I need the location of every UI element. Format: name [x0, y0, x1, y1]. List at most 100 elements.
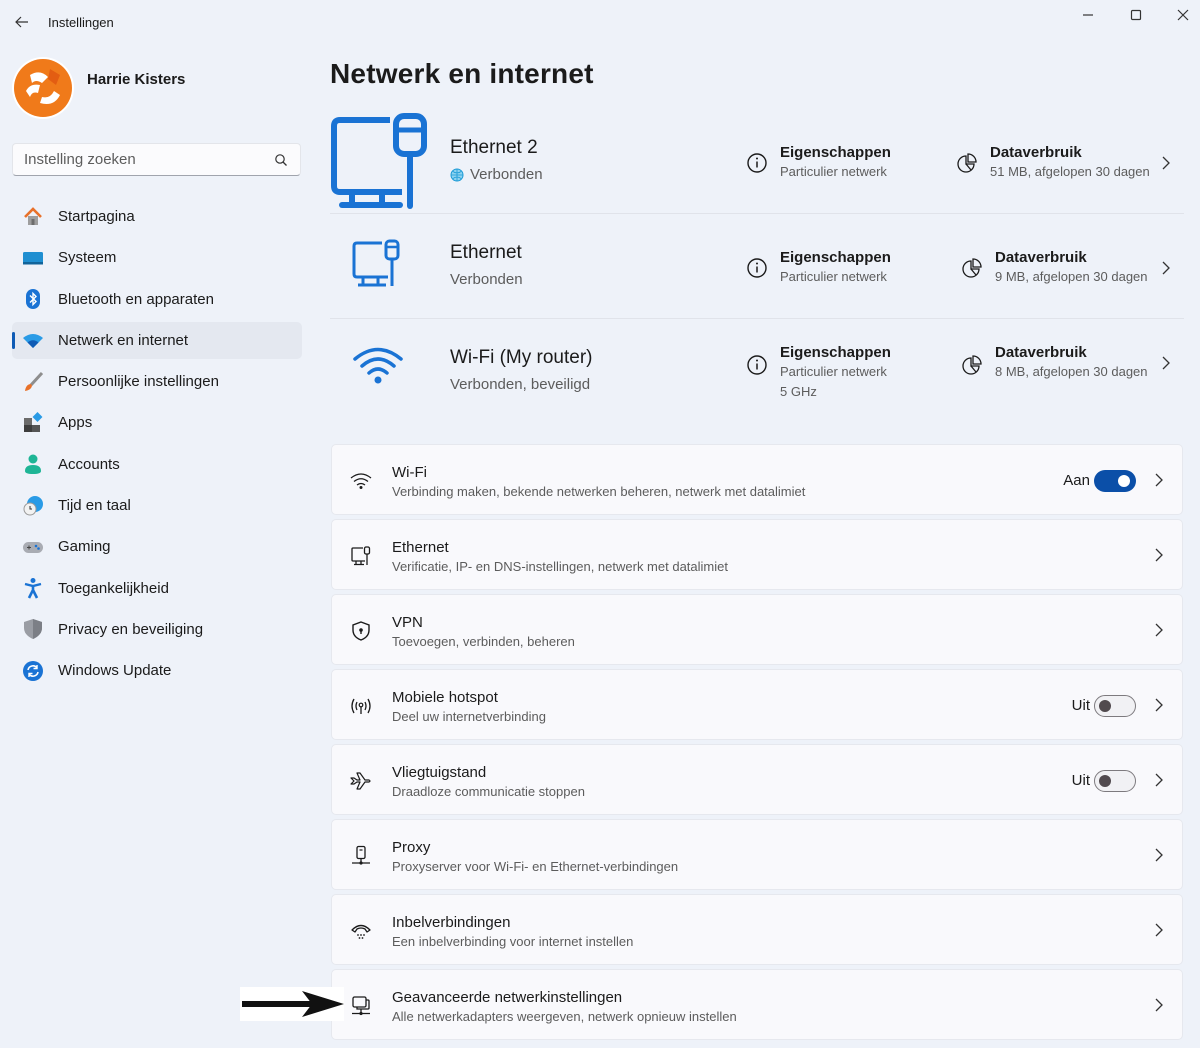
- wifi-large-icon: [353, 347, 403, 384]
- chevron-right-icon: [1155, 923, 1163, 937]
- card-title: Geavanceerde netwerkinstellingen: [392, 989, 623, 1006]
- airplane-mode-toggle[interactable]: [1094, 770, 1136, 792]
- minimize-button[interactable]: [1065, 2, 1111, 28]
- connection-row-wifi[interactable]: Wi-Fi (My router) Verbonden, beveiligd E…: [330, 320, 1184, 424]
- search-input[interactable]: [13, 144, 263, 175]
- close-button[interactable]: [1160, 2, 1200, 28]
- sidebar-item-startpagina[interactable]: Startpagina: [12, 198, 302, 235]
- sidebar-item-accounts[interactable]: Accounts: [12, 446, 302, 483]
- connection-name: Ethernet 2: [450, 137, 538, 158]
- advanced-network-icon: [349, 994, 373, 1018]
- wifi-toggle[interactable]: [1094, 470, 1136, 492]
- sidebar-nav: Startpagina Systeem Bluetooth en apparat…: [12, 198, 302, 694]
- pie-chart-icon: [957, 153, 977, 173]
- sidebar-item-label: Windows Update: [58, 662, 172, 680]
- sidebar-item-persoonlijk[interactable]: Persoonlijke instellingen: [12, 363, 302, 400]
- connection-status-text: Verbonden: [450, 271, 523, 288]
- connection-status: Verbonden: [450, 166, 543, 183]
- sidebar-item-windows-update[interactable]: Windows Update: [12, 652, 302, 689]
- chevron-right-icon: [1155, 698, 1163, 712]
- properties-link[interactable]: Eigenschappen Particulier netwerk: [746, 144, 891, 182]
- properties-link[interactable]: Eigenschappen Particulier netwerk 5 GHz: [746, 344, 891, 402]
- card-description: Draadloze communicatie stoppen: [392, 784, 585, 799]
- card-description: Een inbelverbinding voor internet instel…: [392, 934, 634, 949]
- connection-row-ethernet-2[interactable]: Ethernet 2 Verbonden Eigenschappen Parti…: [330, 110, 1184, 214]
- properties-link[interactable]: Eigenschappen Particulier netwerk: [746, 249, 891, 287]
- card-airplane-mode[interactable]: Vliegtuigstand Draadloze communicatie st…: [331, 744, 1183, 815]
- card-description: Alle netwerkadapters weergeven, netwerk …: [392, 1009, 737, 1024]
- card-mobile-hotspot[interactable]: Mobiele hotspot Deel uw internetverbindi…: [331, 669, 1183, 740]
- sidebar-item-tijd-taal[interactable]: Tijd en taal: [12, 487, 302, 524]
- ethernet-icon: [349, 544, 373, 568]
- card-title: Mobiele hotspot: [392, 689, 498, 706]
- airplane-icon: [349, 769, 373, 793]
- apps-icon: [22, 412, 44, 434]
- avatar[interactable]: [12, 57, 74, 119]
- card-advanced-network-settings[interactable]: Geavanceerde netwerkinstellingen Alle ne…: [331, 969, 1183, 1040]
- chevron-right-icon[interactable]: [1160, 156, 1172, 170]
- search-icon[interactable]: [274, 153, 288, 167]
- card-description: Deel uw internetverbinding: [392, 709, 546, 724]
- properties-network-type: Particulier netwerk: [780, 269, 887, 284]
- settings-list: Wi-Fi Verbinding maken, bekende netwerke…: [331, 444, 1183, 1044]
- chevron-right-icon: [1155, 623, 1163, 637]
- chevron-right-icon: [1155, 773, 1163, 787]
- pie-chart-icon: [962, 258, 982, 278]
- chevron-right-icon[interactable]: [1160, 261, 1172, 275]
- shield-icon: [22, 618, 44, 640]
- card-title: Ethernet: [392, 539, 449, 556]
- card-description: Proxyserver voor Wi-Fi- en Ethernet-verb…: [392, 859, 679, 874]
- card-title: VPN: [392, 614, 423, 631]
- sidebar-item-label: Gaming: [58, 538, 111, 556]
- connection-row-ethernet[interactable]: Ethernet Verbonden Eigenschappen Particu…: [330, 215, 1184, 319]
- sidebar-item-label: Netwerk en internet: [58, 331, 189, 349]
- chevron-right-icon: [1155, 473, 1163, 487]
- card-title: Wi-Fi: [392, 464, 427, 481]
- sidebar-item-apps[interactable]: Apps: [12, 404, 302, 441]
- bluetooth-icon: [22, 288, 44, 310]
- card-ethernet[interactable]: Ethernet Verificatie, IP- en DNS-instell…: [331, 519, 1183, 590]
- connection-status: Verbonden: [450, 271, 523, 288]
- properties-network-type: Particulier netwerk: [780, 364, 887, 379]
- card-proxy[interactable]: Proxy Proxyserver voor Wi-Fi- en Etherne…: [331, 819, 1183, 890]
- maximize-button[interactable]: [1113, 2, 1159, 28]
- info-icon: [747, 258, 767, 278]
- data-usage-link[interactable]: Dataverbruik 9 MB, afgelopen 30 dagen: [961, 249, 1148, 287]
- chevron-right-icon[interactable]: [1160, 356, 1172, 370]
- sidebar-item-label: Persoonlijke instellingen: [58, 373, 219, 391]
- toggle-knob: [1099, 775, 1111, 787]
- sidebar-item-netwerk[interactable]: Netwerk en internet: [12, 321, 302, 359]
- sidebar-item-label: Startpagina: [58, 208, 135, 225]
- chevron-right-icon: [1155, 998, 1163, 1012]
- card-title: Inbelverbindingen: [392, 914, 511, 931]
- card-vpn[interactable]: VPN Toevoegen, verbinden, beheren: [331, 594, 1183, 665]
- data-usage-title: Dataverbruik: [995, 249, 1087, 266]
- pie-chart-icon: [962, 355, 982, 375]
- sidebar-item-toegankelijkheid[interactable]: Toegankelijkheid: [12, 570, 302, 607]
- sidebar-item-label: Accounts: [58, 455, 120, 473]
- ethernet-large-icon: [331, 113, 427, 209]
- sidebar-item-label: Toegankelijkheid: [58, 579, 169, 597]
- sidebar-item-bluetooth[interactable]: Bluetooth en apparaten: [12, 281, 302, 318]
- info-icon: [747, 355, 767, 375]
- card-dialup[interactable]: Inbelverbindingen Een inbelverbinding vo…: [331, 894, 1183, 965]
- data-usage-link[interactable]: Dataverbruik 51 MB, afgelopen 30 dagen: [956, 144, 1150, 182]
- card-wifi[interactable]: Wi-Fi Verbinding maken, bekende netwerke…: [331, 444, 1183, 515]
- accessibility-icon: [22, 577, 44, 599]
- sidebar-item-privacy[interactable]: Privacy en beveiliging: [12, 611, 302, 648]
- back-button[interactable]: [10, 10, 34, 34]
- data-usage-title: Dataverbruik: [995, 344, 1087, 361]
- search-box[interactable]: [12, 143, 301, 176]
- sidebar-item-gaming[interactable]: Gaming: [12, 528, 302, 565]
- hotspot-toggle[interactable]: [1094, 695, 1136, 717]
- data-usage-link[interactable]: Dataverbruik 8 MB, afgelopen 30 dagen: [961, 344, 1148, 382]
- sidebar-item-label: Privacy en beveiliging: [58, 620, 204, 638]
- gamepad-icon: [22, 536, 44, 558]
- home-icon: [22, 206, 44, 228]
- sidebar-item-systeem[interactable]: Systeem: [12, 239, 302, 276]
- dialup-icon: [349, 919, 373, 943]
- maximize-icon: [1130, 9, 1142, 21]
- sidebar-item-label: Tijd en taal: [58, 497, 131, 515]
- avatar-logo-icon: [14, 59, 72, 117]
- data-usage-title: Dataverbruik: [990, 144, 1082, 161]
